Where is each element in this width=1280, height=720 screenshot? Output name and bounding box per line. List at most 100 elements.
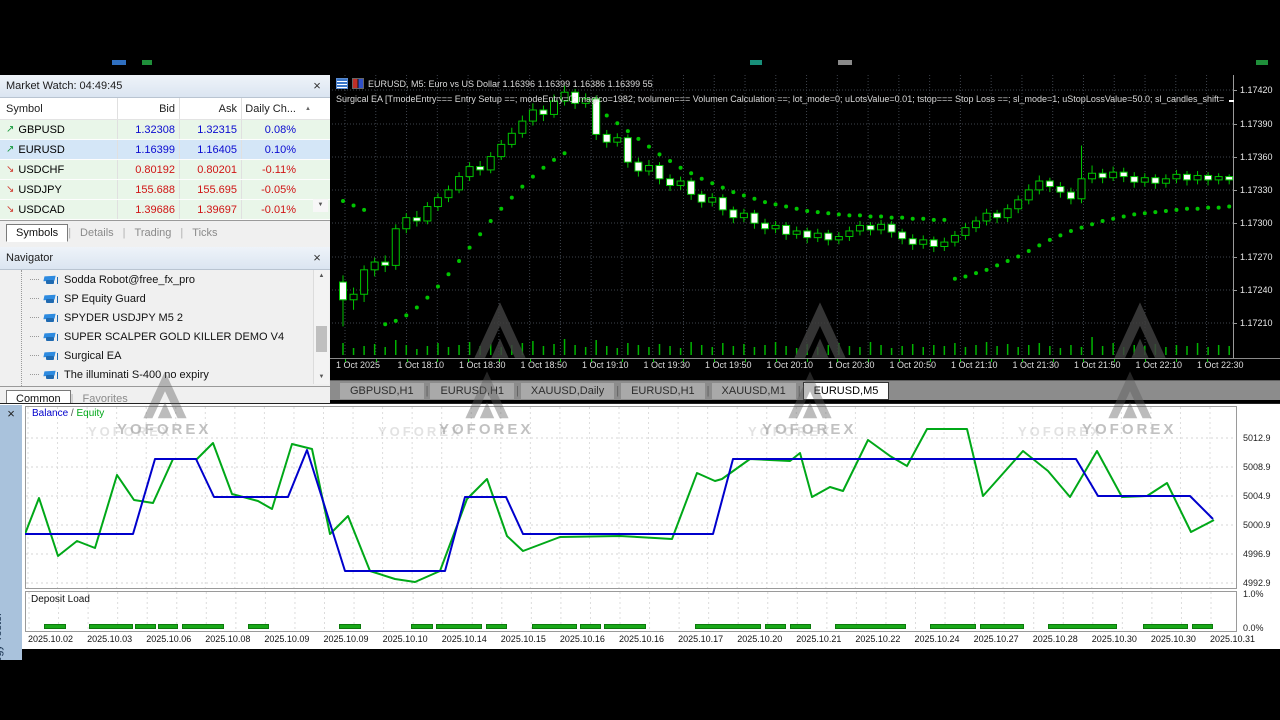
chart-tab-gbpusd-h1[interactable]: GBPUSD,H1 — [340, 383, 424, 399]
time-tick-mark — [1021, 359, 1023, 362]
close-icon[interactable]: × — [310, 251, 324, 265]
time-tick-mark — [991, 359, 993, 362]
candlestick-chart[interactable] — [332, 75, 1237, 358]
price-tick-mark — [1233, 190, 1237, 191]
scrollbar-thumb[interactable] — [316, 326, 327, 352]
time-tick-label[interactable]: 1 Oct 2025 — [336, 360, 380, 370]
expert-advisor-item[interactable]: SPYDER USDJPY M5 2 — [0, 308, 330, 327]
ask-value: 1.39697 — [180, 200, 242, 219]
price-chart-panel[interactable]: EURUSD, M5: Euro vs US Dollar 1.16396 1.… — [330, 75, 1280, 380]
symbol-row-gbpusd[interactable]: ↗ GBPUSD 1.32308 1.32315 0.08% — [0, 120, 330, 140]
date-tick-label: 2025.10.27 — [973, 634, 1019, 644]
symbol-cell: ↗ EURUSD — [0, 140, 118, 159]
time-scale-divider — [330, 358, 1280, 359]
expert-advisor-item[interactable]: SUPER SCALPER GOLD KILLER DEMO V4 — [0, 327, 330, 346]
scroll-down-icon[interactable]: ▼ — [313, 199, 328, 212]
market-watch-title: Market Watch: 04:49:45 — [6, 80, 123, 92]
price-tick-label: 1.17210 — [1240, 318, 1273, 328]
tab-details[interactable]: Details — [71, 225, 123, 241]
column-ask[interactable]: Ask — [180, 98, 242, 119]
time-tick-mark — [621, 359, 623, 362]
expert-advisor-name: The illuminati S-400 no expiry — [64, 368, 209, 381]
deposit-bar — [532, 624, 577, 629]
deposit-bar — [1048, 624, 1117, 629]
strategy-tester-sidebar[interactable]: × Strategy Tester — [0, 405, 22, 660]
tab-symbols[interactable]: Symbols — [6, 224, 69, 242]
chart-tab-xauusd-m1[interactable]: XAUUSD,M1 — [711, 383, 796, 399]
time-tick-mark — [1114, 359, 1116, 362]
trend-up-icon: ↗ — [6, 124, 15, 135]
time-tick-mark — [775, 359, 777, 362]
daily-change-value: -0.11% — [261, 163, 296, 176]
chart-tab-eurusd-h1[interactable]: EURUSD,H1 — [621, 383, 705, 399]
scroll-down-icon[interactable]: ▼ — [314, 371, 329, 384]
date-tick-label: 2025.10.22 — [855, 634, 901, 644]
deposit-bar — [248, 624, 269, 629]
balance-equity-chart[interactable] — [25, 406, 1237, 589]
balance-scale-label: 5012.9 — [1243, 433, 1271, 443]
expert-advisor-item[interactable]: Surgical EA — [0, 346, 330, 365]
expert-advisor-icon — [43, 293, 59, 305]
deposit-bar — [411, 624, 433, 629]
expert-advisor-item[interactable]: Sodda Robot@free_fx_pro — [0, 270, 330, 289]
date-tick-label: 2025.10.31 — [1210, 634, 1256, 644]
navigator-scrollbar[interactable]: ▲ ▼ — [313, 270, 329, 384]
symbol-cell: ↘ USDCHF — [0, 160, 118, 179]
chart-tab-eurusd-m5[interactable]: EURUSD,M5 — [802, 382, 890, 400]
column-symbol[interactable]: Symbol — [0, 98, 118, 119]
symbol-name: USDCAD — [18, 203, 65, 216]
date-tick-label: 2025.10.30 — [1150, 634, 1196, 644]
time-tick-label[interactable]: 1 Oct 22:30 — [1197, 360, 1244, 370]
date-tick-label: 2025.10.16 — [559, 634, 605, 644]
expert-advisor-name: SPYDER USDJPY M5 2 — [64, 311, 184, 324]
deposit-scale-min: 0.0% — [1243, 623, 1264, 633]
deposit-bar — [1192, 624, 1213, 629]
deposit-load-chart[interactable]: Deposit Load — [25, 591, 1237, 632]
expert-advisor-item[interactable]: SP Equity Guard — [0, 289, 330, 308]
deposit-bar — [604, 624, 646, 629]
column-bid[interactable]: Bid — [118, 98, 180, 119]
deposit-bar — [1143, 624, 1188, 629]
cap-base — [46, 279, 54, 284]
navigator-header[interactable]: Navigator × — [0, 247, 330, 270]
tab-trading[interactable]: Trading — [126, 225, 181, 241]
deposit-bar — [182, 624, 224, 629]
ea-parameters-line: Surgical EA [TmodeEntry=== Entry Setup =… — [336, 94, 1224, 104]
symbol-row-usdchf[interactable]: ↘ USDCHF 0.80192 0.80201 -0.11% — [0, 160, 330, 180]
deposit-scale-max: 1.0% — [1243, 589, 1264, 599]
date-tick-label: 2025.10.14 — [441, 634, 487, 644]
date-tick-label: 2025.10.20 — [737, 634, 783, 644]
symbol-row-eurusd[interactable]: ↗ EURUSD 1.16399 1.16405 0.10% — [0, 140, 330, 160]
symbol-cell: ↗ GBPUSD — [0, 120, 118, 139]
scroll-up-icon[interactable]: ▲ — [300, 106, 316, 112]
balance-legend-label: Balance — [32, 408, 69, 419]
date-tick-label: 2025.10.09 — [323, 634, 369, 644]
close-icon[interactable]: × — [4, 407, 18, 421]
deposit-bar — [765, 624, 786, 629]
scroll-up-icon[interactable]: ▲ — [314, 270, 329, 283]
price-tick-mark — [1233, 124, 1237, 125]
market-watch-header[interactable]: Market Watch: 04:49:45 × — [0, 75, 330, 98]
balance-scale-label: 5004.9 — [1243, 491, 1271, 501]
tab-separator: | — [516, 384, 519, 397]
deposit-bar — [135, 624, 156, 629]
symbol-row-usdjpy[interactable]: ↘ USDJPY 155.688 155.695 -0.05% — [0, 180, 330, 200]
strategy-tester-tab-label[interactable]: Strategy Tester — [0, 612, 4, 660]
chart-tab-eurusd-h1[interactable]: EURUSD,H1 — [430, 383, 515, 399]
tester-legend: Balance / Equity — [32, 408, 104, 419]
expert-advisor-item[interactable]: The illuminati S-400 no expiry — [0, 365, 330, 384]
tab-ticks[interactable]: Ticks — [183, 225, 226, 241]
column-daily-change[interactable]: Daily Ch... — [242, 98, 300, 119]
daily-change-value: -0.05% — [261, 183, 296, 196]
cap-tassel — [57, 295, 58, 303]
deposit-bar — [695, 624, 761, 629]
close-icon[interactable]: × — [310, 79, 324, 93]
time-tick-mark — [345, 359, 346, 362]
chart-tab-xauusd-daily[interactable]: XAUUSD,Daily — [520, 383, 615, 399]
deposit-bar — [44, 624, 66, 629]
tree-stub — [30, 374, 39, 375]
market-watch-column-headers[interactable]: Symbol Bid Ask Daily Ch... ▲ — [0, 98, 330, 120]
symbol-row-usdcad[interactable]: ↘ USDCAD 1.39686 1.39697 -0.01% — [0, 200, 330, 220]
tab-separator: | — [425, 384, 429, 397]
date-tick-label: 2025.10.09 — [264, 634, 310, 644]
